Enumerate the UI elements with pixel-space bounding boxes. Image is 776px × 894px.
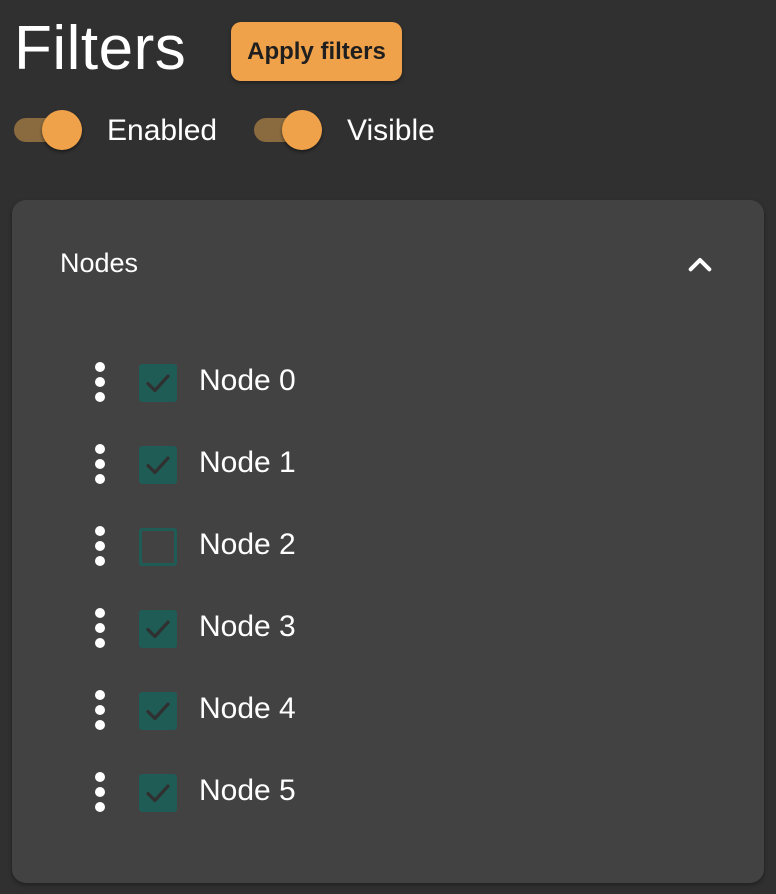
nodes-panel-header[interactable]: Nodes bbox=[12, 200, 764, 328]
node-checkbox[interactable] bbox=[139, 446, 177, 484]
node-checkbox[interactable] bbox=[139, 528, 177, 566]
filters-header: Filters Apply filters bbox=[14, 14, 402, 84]
node-row: Node 0 bbox=[12, 342, 764, 424]
node-label: Node 3 bbox=[199, 610, 296, 643]
drag-handle-icon[interactable] bbox=[90, 362, 110, 402]
drag-handle-icon[interactable] bbox=[90, 526, 110, 566]
node-row: Node 2 bbox=[12, 506, 764, 588]
filters-page: Filters Apply filters Enabled Visible No… bbox=[0, 0, 776, 894]
node-checkbox[interactable] bbox=[139, 774, 177, 812]
node-label: Node 4 bbox=[199, 692, 296, 725]
enabled-toggle[interactable]: Enabled bbox=[14, 106, 234, 154]
drag-handle-icon[interactable] bbox=[90, 772, 110, 812]
node-label: Node 2 bbox=[199, 528, 296, 561]
visible-toggle-label: Visible bbox=[347, 114, 435, 147]
check-icon bbox=[146, 374, 170, 393]
check-icon bbox=[146, 784, 170, 803]
apply-filters-button[interactable]: Apply filters bbox=[231, 22, 402, 81]
nodes-panel: Nodes Node 0 Node 1 Node 2 Node 3 Node 4… bbox=[12, 200, 764, 883]
visible-toggle-knob[interactable] bbox=[282, 110, 322, 150]
check-icon bbox=[146, 702, 170, 721]
check-icon bbox=[146, 456, 170, 475]
toggle-group: Enabled Visible bbox=[14, 106, 514, 154]
node-row: Node 1 bbox=[12, 424, 764, 506]
node-row: Node 5 bbox=[12, 752, 764, 834]
node-checkbox[interactable] bbox=[139, 364, 177, 402]
visible-toggle[interactable]: Visible bbox=[254, 106, 474, 154]
node-row: Node 3 bbox=[12, 588, 764, 670]
drag-handle-icon[interactable] bbox=[90, 444, 110, 484]
drag-handle-icon[interactable] bbox=[90, 608, 110, 648]
chevron-up-icon[interactable] bbox=[684, 248, 716, 280]
drag-handle-icon[interactable] bbox=[90, 690, 110, 730]
enabled-toggle-knob[interactable] bbox=[42, 110, 82, 150]
nodes-panel-title: Nodes bbox=[60, 248, 139, 278]
node-label: Node 5 bbox=[199, 774, 296, 807]
enabled-toggle-label: Enabled bbox=[107, 114, 218, 147]
check-icon bbox=[146, 620, 170, 639]
page-title: Filters bbox=[14, 14, 187, 83]
node-checkbox[interactable] bbox=[139, 610, 177, 648]
node-label: Node 1 bbox=[199, 446, 296, 479]
node-row: Node 4 bbox=[12, 670, 764, 752]
node-checkbox[interactable] bbox=[139, 692, 177, 730]
node-label: Node 0 bbox=[199, 364, 296, 397]
